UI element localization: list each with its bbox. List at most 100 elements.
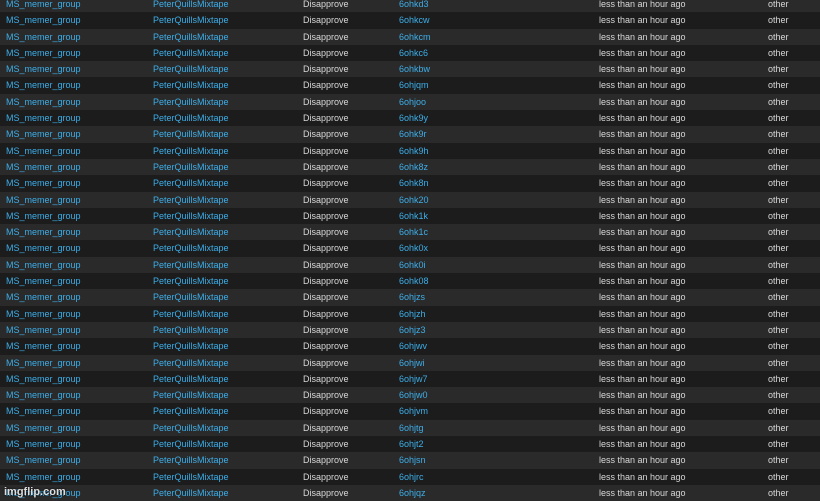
post-id-link[interactable]: 6ohk8n <box>399 175 499 191</box>
group-link[interactable]: MS_memer_group <box>6 273 146 289</box>
post-id-link[interactable]: 6ohjw7 <box>399 371 499 387</box>
timestamp-text: less than an hour ago <box>599 129 686 140</box>
post-id-link[interactable]: 6ohkbw <box>399 61 499 77</box>
post-id-link[interactable]: 6ohjqm <box>399 77 499 93</box>
group-link[interactable]: MS_memer_group <box>6 126 146 142</box>
group-link[interactable]: MS_memer_group <box>6 403 146 419</box>
post-id-link[interactable]: 6ohjw0 <box>399 387 499 403</box>
table-row: MS_memer_group PeterQuillsMixtape Disappro… <box>0 191 820 208</box>
type-text: other <box>768 64 789 75</box>
user-link[interactable]: PeterQuillsMixtape <box>153 45 293 61</box>
group-link[interactable]: MS_memer_group <box>6 289 146 305</box>
user-link[interactable]: PeterQuillsMixtape <box>153 12 293 28</box>
user-link[interactable]: PeterQuillsMixtape <box>153 387 293 403</box>
post-id-link[interactable]: 6ohk08 <box>399 273 499 289</box>
group-link[interactable]: MS_memer_group <box>6 77 146 93</box>
post-id-link[interactable]: 6ohjz3 <box>399 322 499 338</box>
group-link[interactable]: MS_memer_group <box>6 469 146 485</box>
user-link[interactable]: PeterQuillsMixtape <box>153 322 293 338</box>
post-id-link[interactable]: 6ohjqz <box>399 485 499 501</box>
user-link[interactable]: PeterQuillsMixtape <box>153 240 293 256</box>
user-link[interactable]: PeterQuillsMixtape <box>153 143 293 159</box>
group-link[interactable]: MS_memer_group <box>6 387 146 403</box>
group-link[interactable]: MS_memer_group <box>6 306 146 322</box>
post-id-link[interactable]: 6ohk9h <box>399 143 499 159</box>
user-link[interactable]: PeterQuillsMixtape <box>153 126 293 142</box>
post-id-link[interactable]: 6ohjoo <box>399 94 499 110</box>
post-id-link[interactable]: 6ohk20 <box>399 192 499 208</box>
group-link[interactable]: MS_memer_group <box>6 420 146 436</box>
post-id-link[interactable]: 6ohkc6 <box>399 45 499 61</box>
group-link[interactable]: MS_memer_group <box>6 61 146 77</box>
user-link[interactable]: PeterQuillsMixtape <box>153 208 293 224</box>
post-id-link[interactable]: 6ohk8z <box>399 159 499 175</box>
post-id-link[interactable]: 6ohk1k <box>399 208 499 224</box>
post-id-link[interactable]: 6ohjrc <box>399 469 499 485</box>
group-link[interactable]: MS_memer_group <box>6 436 146 452</box>
user-link[interactable]: PeterQuillsMixtape <box>153 77 293 93</box>
user-link[interactable]: PeterQuillsMixtape <box>153 192 293 208</box>
user-link[interactable]: PeterQuillsMixtape <box>153 338 293 354</box>
post-id-link[interactable]: 6ohk1c <box>399 224 499 240</box>
user-link[interactable]: PeterQuillsMixtape <box>153 224 293 240</box>
action-text: Disapprove <box>303 210 349 221</box>
type-text: other <box>768 487 789 498</box>
post-id-link[interactable]: 6ohk0i <box>399 257 499 273</box>
post-id-link[interactable]: 6ohjzh <box>399 306 499 322</box>
group-link[interactable]: MS_memer_group <box>6 371 146 387</box>
group-link[interactable]: MS_memer_group <box>6 175 146 191</box>
action-text: Disapprove <box>303 357 349 368</box>
user-link[interactable]: PeterQuillsMixtape <box>153 0 293 12</box>
group-link[interactable]: MS_memer_group <box>6 240 146 256</box>
group-link[interactable]: MS_memer_group <box>6 338 146 354</box>
post-id-link[interactable]: 6ohk9y <box>399 110 499 126</box>
user-link[interactable]: PeterQuillsMixtape <box>153 61 293 77</box>
group-link[interactable]: MS_memer_group <box>6 94 146 110</box>
group-link[interactable]: MS_memer_group <box>6 322 146 338</box>
user-link[interactable]: PeterQuillsMixtape <box>153 403 293 419</box>
user-link[interactable]: PeterQuillsMixtape <box>153 469 293 485</box>
user-link[interactable]: PeterQuillsMixtape <box>153 159 293 175</box>
group-link[interactable]: MS_memer_group <box>6 224 146 240</box>
user-link[interactable]: PeterQuillsMixtape <box>153 452 293 468</box>
group-link[interactable]: MS_memer_group <box>6 29 146 45</box>
user-link[interactable]: PeterQuillsMixtape <box>153 289 293 305</box>
group-link[interactable]: MS_memer_group <box>6 452 146 468</box>
user-link[interactable]: PeterQuillsMixtape <box>153 175 293 191</box>
post-id-link[interactable]: 6ohkcm <box>399 29 499 45</box>
post-id-link[interactable]: 6ohjt2 <box>399 436 499 452</box>
user-link[interactable]: PeterQuillsMixtape <box>153 306 293 322</box>
post-id-link[interactable]: 6ohjwv <box>399 338 499 354</box>
post-id-link[interactable]: 6ohjtg <box>399 420 499 436</box>
post-id-link[interactable]: 6ohjsn <box>399 452 499 468</box>
group-link[interactable]: MS_memer_group <box>6 159 146 175</box>
post-id-link[interactable]: 6ohk9r <box>399 126 499 142</box>
action-text: Disapprove <box>303 161 349 172</box>
user-link[interactable]: PeterQuillsMixtape <box>153 436 293 452</box>
user-link[interactable]: PeterQuillsMixtape <box>153 420 293 436</box>
post-id-link[interactable]: 6ohk0x <box>399 240 499 256</box>
group-link[interactable]: MS_memer_group <box>6 12 146 28</box>
group-link[interactable]: MS_memer_group <box>6 45 146 61</box>
group-link[interactable]: MS_memer_group <box>6 355 146 371</box>
user-link[interactable]: PeterQuillsMixtape <box>153 110 293 126</box>
user-link[interactable]: PeterQuillsMixtape <box>153 355 293 371</box>
user-link[interactable]: PeterQuillsMixtape <box>153 29 293 45</box>
user-link[interactable]: PeterQuillsMixtape <box>153 94 293 110</box>
user-link[interactable]: PeterQuillsMixtape <box>153 257 293 273</box>
post-id-link[interactable]: 6ohjzs <box>399 289 499 305</box>
group-link[interactable]: MS_memer_group <box>6 192 146 208</box>
user-link[interactable]: PeterQuillsMixtape <box>153 273 293 289</box>
group-link[interactable]: MS_memer_group <box>6 0 146 12</box>
group-link[interactable]: MS_memer_group <box>6 110 146 126</box>
group-link[interactable]: MS_memer_group <box>6 208 146 224</box>
post-id-link[interactable]: 6ohkcw <box>399 12 499 28</box>
post-id-link[interactable]: 6ohjwi <box>399 355 499 371</box>
action-text: Disapprove <box>303 80 349 91</box>
group-link[interactable]: MS_memer_group <box>6 143 146 159</box>
post-id-link[interactable]: 6ohkd3 <box>399 0 499 12</box>
user-link[interactable]: PeterQuillsMixtape <box>153 485 293 501</box>
post-id-link[interactable]: 6ohjvm <box>399 403 499 419</box>
user-link[interactable]: PeterQuillsMixtape <box>153 371 293 387</box>
group-link[interactable]: MS_memer_group <box>6 257 146 273</box>
